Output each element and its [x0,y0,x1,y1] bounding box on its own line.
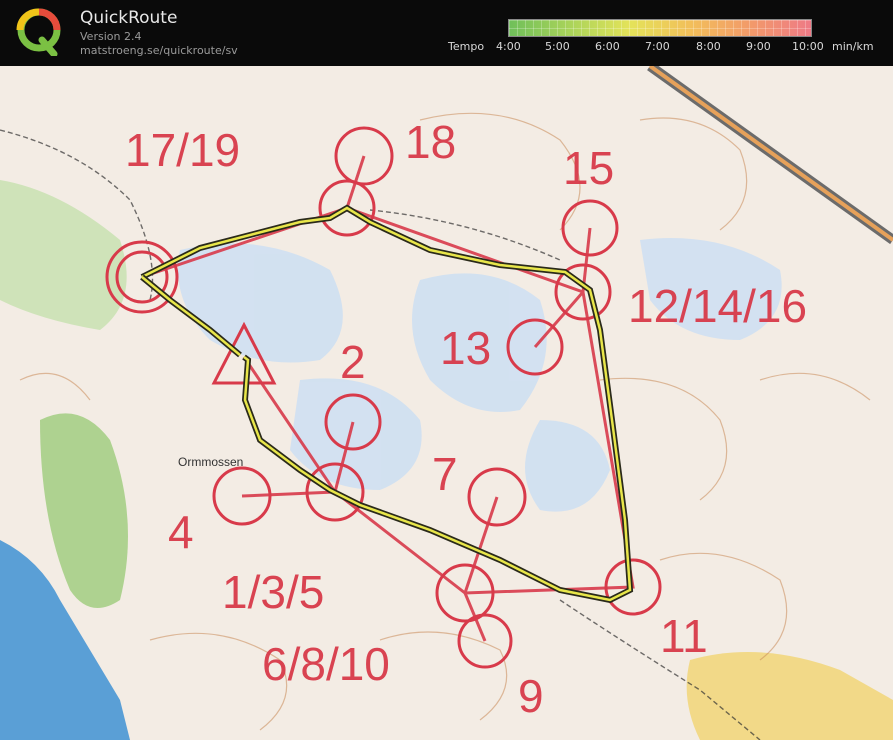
control-label-2: 2 [340,336,366,388]
control-label-13: 13 [440,322,491,374]
orienteering-map[interactable]: Ormmossen 17/19 18 15 12/14/16 13 2 7 4 … [0,66,893,740]
tempo-tick: 10:00 [792,40,824,53]
tempo-tick: 5:00 [545,40,570,53]
tempo-unit: min/km [832,40,874,53]
tempo-tick: 6:00 [595,40,620,53]
app-title: QuickRoute [80,8,178,28]
control-label-12-14-16: 12/14/16 [628,280,807,332]
tempo-tick: 8:00 [696,40,721,53]
control-label-15: 15 [563,142,614,194]
app-url[interactable]: matstroeng.se/quickroute/sv [80,44,238,57]
place-name: Ormmossen [178,455,243,469]
control-label-1-3-5: 1/3/5 [222,566,324,618]
quickroute-logo-icon [16,8,61,56]
app-header: QuickRoute Version 2.4 matstroeng.se/qui… [0,0,893,66]
control-label-17-19: 17/19 [125,124,240,176]
tempo-tick: 7:00 [645,40,670,53]
control-label-11: 11 [660,610,708,662]
tempo-tick: 9:00 [746,40,771,53]
tempo-label: Tempo [448,40,485,53]
control-label-4: 4 [168,506,194,558]
control-label-18: 18 [405,116,456,168]
tempo-tick: 4:00 [496,40,521,53]
control-label-9: 9 [518,670,544,722]
app-version: Version 2.4 [80,30,142,43]
tempo-color-scale [508,19,812,37]
control-label-7: 7 [432,448,458,500]
control-label-6-8-10: 6/8/10 [262,638,390,690]
